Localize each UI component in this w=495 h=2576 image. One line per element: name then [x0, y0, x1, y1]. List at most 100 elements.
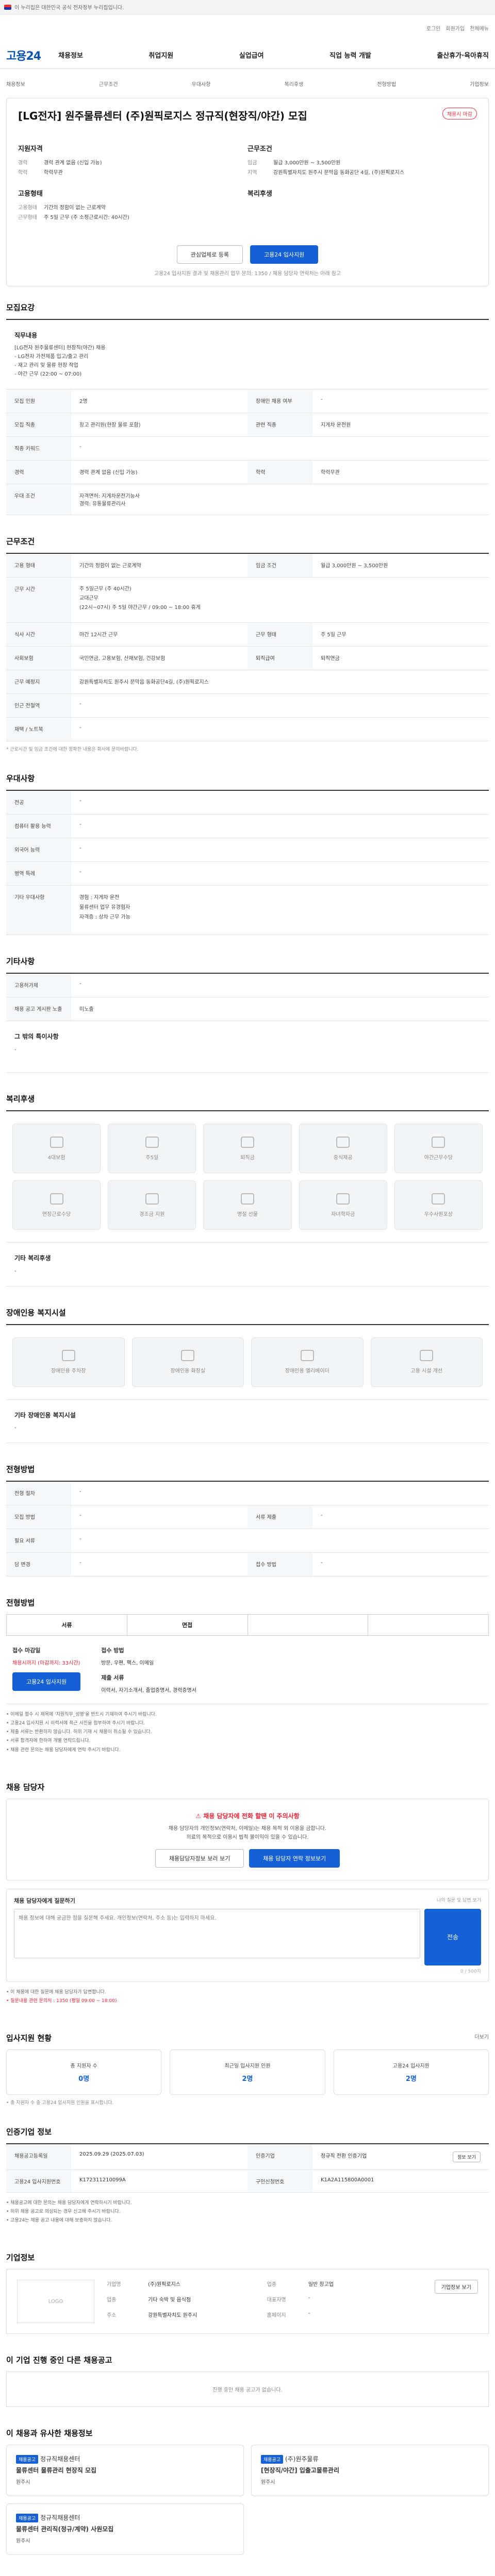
chip-label: 연장근로수당 — [42, 1211, 71, 1217]
duty-line: - LG전자 가전제품 입고/출고 관리 — [14, 354, 89, 360]
status-section: 입사지원 현황 더보기 총 지원자 수 0명 최근일 입사지원 인원 2명 고용24 … — [6, 2032, 489, 2106]
row-value: - — [79, 822, 81, 828]
row-value: 퇴직연금 — [321, 656, 340, 662]
row-header: 근무 시간 — [6, 578, 71, 623]
question-input[interactable] — [14, 1908, 420, 1958]
alert-icon: ⚠ — [195, 1812, 204, 1820]
row-value: - — [79, 798, 81, 804]
tab-recruit[interactable]: 채용정보 — [6, 80, 25, 88]
row-header: 구인신청번호 — [248, 2170, 312, 2193]
gnb-item[interactable]: 실업급여 — [239, 50, 264, 60]
row-header: 인근 전철역 — [6, 694, 71, 718]
row-header: 모집 방법 — [6, 1505, 71, 1529]
apply-button-2[interactable]: 고용24 입사지원 — [12, 1672, 81, 1691]
row-header: 장애인 채용 여부 — [248, 389, 312, 413]
row-value: 경험 : 지게차 운전 물류센터 업무 유경험자 자격증 : 상차 근무 가능 — [79, 895, 130, 921]
row-value: - — [79, 1489, 81, 1495]
rec-tag: 채용공고 — [16, 2455, 39, 2464]
company-box: LOGO 기업명 (주)원픽로지스 업종 일반 창고업 업종 기타 숙박 및 음식점 대표… — [6, 2269, 489, 2334]
row-header: 고용 형태 — [6, 554, 71, 578]
row-header: 채용공고등록일 — [6, 2144, 71, 2170]
section-title: 기타사항 — [6, 957, 35, 967]
present-icon — [240, 1193, 254, 1205]
sitemap-link[interactable]: 전체메뉴 — [470, 24, 489, 32]
row-header: 사회보험 — [6, 647, 71, 670]
kv-key: 고용형태 — [18, 205, 37, 211]
recs-section: 이 채용과 유사한 채용정보 채용공고 정규직채용센터 물류센터 물류관리 현장직… — [6, 2428, 489, 2555]
row-value: 학력무관 — [321, 470, 340, 476]
section-title: 전형방법 — [6, 1465, 35, 1475]
restroom-icon — [181, 1350, 195, 1362]
gnb-item[interactable]: 채용정보 — [58, 50, 83, 60]
contact-alert: ⚠ 채용 담당자에 전화 할땐 이 주의사항 채용 담당자의 개인정보(연락처,… — [6, 1798, 489, 1880]
rec-card[interactable]: 채용공고 정규직채용센터 물류센터 관리직(정규/계약) 사원모집 원주시 — [6, 2503, 244, 2555]
moon-icon — [432, 1136, 446, 1148]
rec-location: 원주시 — [16, 2538, 30, 2545]
company-view-button[interactable]: 기업정보 보기 — [434, 2280, 478, 2294]
kv-key: 주소 — [107, 2313, 117, 2319]
apply-method: 방문, 우편, 팩스, 이메일 — [101, 1660, 154, 1667]
rec-card[interactable]: 채용공고 정규직채용센터 물류센터 물류관리 현장직 모집 원주시 — [6, 2445, 244, 2497]
alert-title: 채용 담당자에 전화 할땐 이 주의사항 — [203, 1812, 300, 1820]
kv-value: 강원특별자치도 원주시 — [148, 2313, 197, 2319]
contact-show-button[interactable]: 채용 담당자 연락 정보보기 — [249, 1849, 340, 1868]
school-icon — [336, 1193, 350, 1205]
signup-link[interactable]: 회원가입 — [446, 24, 465, 32]
apply-button[interactable]: 고용24 입사지원 — [250, 245, 319, 264]
interest-button[interactable]: 관심업체로 등록 — [176, 245, 243, 264]
tab-company[interactable]: 기업정보 — [470, 80, 489, 88]
row-header: 임금 조건 — [248, 554, 312, 578]
row-value: 자격면허: 지게차운전기능사 경력: 유통물류관리사 — [79, 494, 140, 507]
section-title: 기업정보 — [6, 2253, 35, 2263]
kv-key: 근무형태 — [18, 215, 37, 221]
kv-value: 주 5일 근무 (주 소정근로시간: 40시간) — [44, 215, 129, 221]
row-header: 필요 서류 — [6, 1529, 71, 1553]
welfare-chip: 퇴직금 — [203, 1124, 292, 1174]
gnb-item[interactable]: 취업지원 — [148, 50, 173, 60]
insurance-icon — [50, 1136, 63, 1148]
tab-welfare[interactable]: 복리후생 — [284, 80, 303, 88]
more-link[interactable]: 더보기 — [474, 2032, 489, 2040]
extra-heading: 그 밖의 특이사항 — [14, 1033, 59, 1041]
rec-card[interactable]: 채용공고 (주)원주물류 [현장직/야간] 입출고물류관리 원주시 — [251, 2445, 489, 2497]
question-submit-button[interactable]: 전송 — [424, 1908, 481, 1965]
row-header: 우대 조건 — [6, 484, 71, 515]
disabled-section: 장애인용 복지시설 장애인용 주차장 장애인용 화장실 장애인용 엘리베이터 고… — [6, 1307, 489, 1444]
status-note: • 총 지원자 수 중 고용24 입사지원 인원을 표시합니다. — [6, 2100, 114, 2106]
tab-process[interactable]: 전형방법 — [377, 80, 396, 88]
welfare-title: 복리후생 — [248, 190, 272, 198]
info-view-button[interactable]: 정보 보기 — [453, 2151, 481, 2162]
row-header: 근무 형태 — [248, 623, 312, 647]
row-value: - — [79, 869, 81, 875]
logo[interactable]: 고용24 — [6, 47, 41, 63]
row-header: 전공 — [6, 791, 71, 815]
row-value: - — [79, 981, 81, 987]
row-value: 주 5일근무 (주 40시간) 교대근무 (22시~07시) 주 5일 야간근무… — [79, 586, 201, 611]
rec-company: (주)원주물류 — [285, 2455, 319, 2463]
kv-value: 일반 창고업 — [308, 2282, 334, 2288]
tab-prefer[interactable]: 우대사항 — [192, 80, 211, 88]
row-value: - — [79, 1513, 81, 1519]
stat-card: 최근일 입사지원 인원 2명 — [170, 2049, 325, 2095]
clock-icon — [50, 1193, 63, 1205]
step-empty — [368, 1615, 488, 1635]
chip-label: 고용 시설 개선 — [410, 1368, 443, 1375]
row-header: 인증기업 — [248, 2144, 312, 2170]
step-tabs: 서류 면접 — [6, 1614, 489, 1636]
kv-key: 학력 — [18, 170, 28, 176]
form-title: 고용형태 — [18, 190, 43, 198]
kv-key: 업종 — [267, 2282, 277, 2288]
login-link[interactable]: 로그인 — [426, 24, 441, 32]
tab-work[interactable]: 근무조건 — [99, 80, 118, 88]
kv-key: 대표자명 — [267, 2297, 286, 2303]
chip-label: 우수사원포상 — [424, 1211, 453, 1217]
welfare-chip: 주5일 — [108, 1124, 196, 1174]
kv-key: 지역 — [248, 170, 257, 176]
contact-info-button[interactable]: 채용담당자정보 보러 보기 — [155, 1849, 244, 1868]
my-questions-link[interactable]: 나의 질문 및 답변 보기 — [437, 1896, 481, 1905]
stat-value: 0명 — [78, 2075, 90, 2083]
gnb-item[interactable]: 직업 능력 개발 — [329, 50, 371, 60]
gnb-item[interactable]: 출산휴가·육아휴직 — [437, 50, 489, 60]
stat-label: 고용24 입사지원 — [392, 2063, 430, 2069]
apply-bullets: • 이메일 접수 시 제목에 '지원직무_성명'을 반드시 기재하여 주시기 바… — [6, 1704, 489, 1760]
